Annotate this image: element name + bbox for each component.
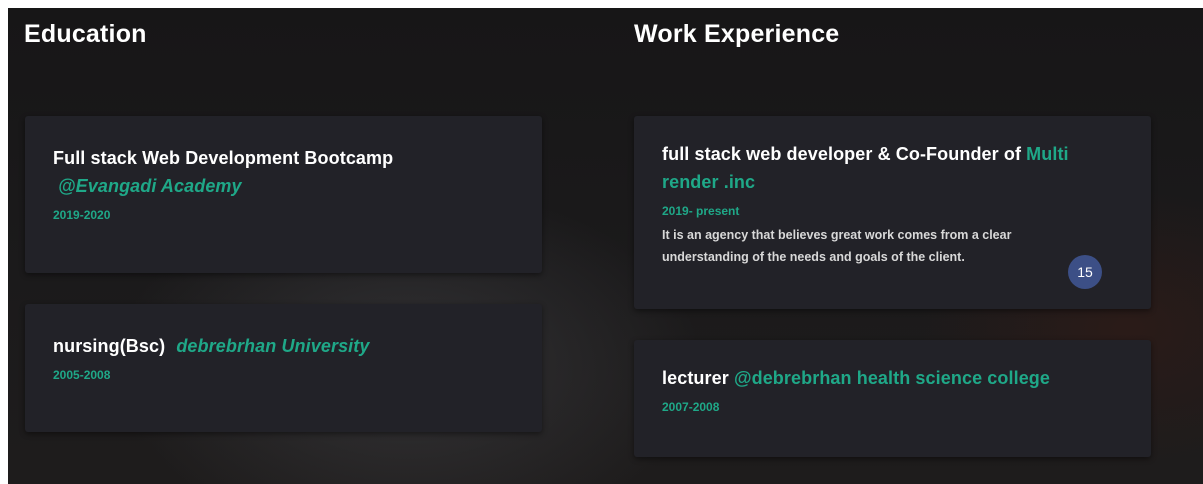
- degree-title: nursing(Bsc): [53, 336, 166, 356]
- institution-name: debrebrhan University: [176, 336, 370, 356]
- education-card: nursing(Bsc) debrebrhan University 2005-…: [25, 304, 542, 432]
- company-name: @debrebrhan health science college: [733, 368, 1051, 388]
- education-card: Full stack Web Development Bootcamp @Eva…: [25, 116, 542, 273]
- work-description: It is an agency that believes great work…: [662, 228, 1012, 264]
- job-role: lecturer: [662, 368, 729, 388]
- degree-title: Full stack Web Development Bootcamp: [53, 148, 394, 168]
- number-badge: 15: [1068, 255, 1102, 289]
- resume-section: Education Work Experience Full stack Web…: [8, 8, 1203, 484]
- work-experience-heading: Work Experience: [634, 20, 840, 48]
- work-card-title: lecturer @debrebrhan health science coll…: [662, 364, 1123, 392]
- institution-name: @Evangadi Academy: [58, 176, 242, 196]
- education-card-title: Full stack Web Development Bootcamp @Eva…: [53, 144, 514, 200]
- work-card-title: full stack web developer & Co-Founder of…: [662, 140, 1102, 196]
- education-years: 2019-2020: [53, 208, 111, 222]
- education-years: 2005-2008: [53, 368, 111, 382]
- education-heading: Education: [24, 20, 147, 48]
- work-years: 2019- present: [662, 204, 740, 218]
- work-card: lecturer @debrebrhan health science coll…: [634, 340, 1151, 457]
- job-role: full stack web developer & Co-Founder of: [662, 144, 1022, 164]
- education-card-title: nursing(Bsc) debrebrhan University: [53, 332, 514, 360]
- work-years: 2007-2008: [662, 400, 720, 414]
